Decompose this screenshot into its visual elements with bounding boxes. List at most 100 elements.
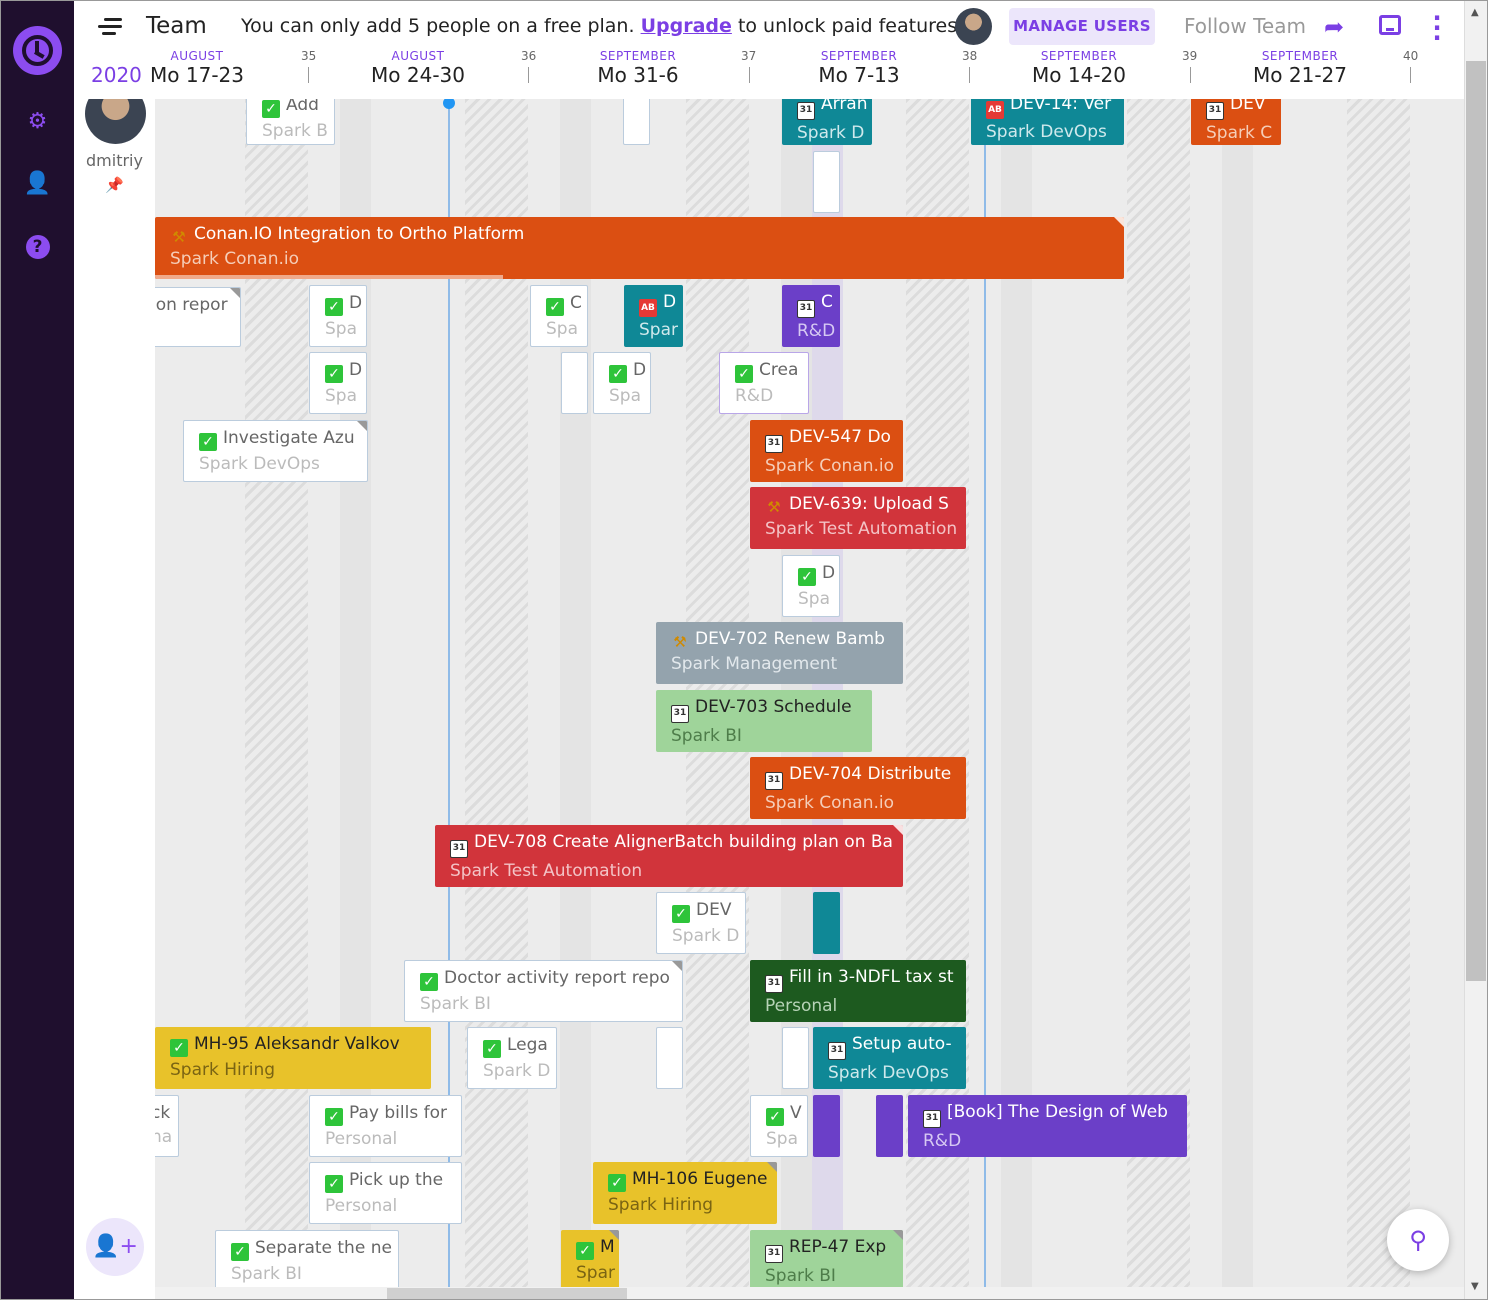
task-project: Spa	[798, 589, 830, 609]
task-title: Setup auto-	[852, 1034, 952, 1054]
timeline-grid[interactable]: ✓ Add Spark B 31 Arran Spark D AB DEV-14: V…	[155, 99, 1464, 1287]
task-card[interactable]: ✓ Investigate Azu Spark DevOps	[183, 420, 368, 482]
task-card[interactable]: ✓ MH-106 Eugene Spark Hiring	[593, 1162, 777, 1224]
task-card[interactable]: ✓ Lega Spark D	[467, 1027, 557, 1089]
week-header: AUGUST Mo 17-23	[122, 49, 272, 87]
task-title: Arran	[821, 99, 868, 114]
task-card[interactable]: 31 Arran Spark D	[782, 99, 872, 145]
task-card[interactable]: ✓ DEV Spark D	[656, 892, 746, 954]
task-card[interactable]	[813, 892, 840, 954]
task-card[interactable]: ✓ D Spa	[782, 555, 840, 617]
task-card[interactable]: ✓ Separate the ne Spark BI	[215, 1230, 399, 1287]
task-card[interactable]: ⚒ DEV-702 Renew Bamb Spark Management	[656, 622, 903, 684]
task-card[interactable]: ⚒ DEV-639: Upload S Spark Test Automation	[750, 487, 966, 549]
task-card[interactable]: 31 REP-47 Exp Spark BI	[750, 1230, 903, 1287]
users-icon[interactable]: 👤	[1, 171, 74, 196]
task-card[interactable]: ✓ Pay bills for Personal	[309, 1095, 462, 1157]
task-card[interactable]: 31 [Book] The Design of Web R&D	[908, 1095, 1187, 1157]
task-card[interactable]: ✓ D Spa	[309, 352, 367, 414]
check-icon: ✓	[798, 568, 816, 586]
tools-icon: ⚒	[172, 228, 186, 246]
task-card[interactable]: 31 DEV-703 Schedule Spark BI	[656, 690, 872, 752]
task-card[interactable]: 31 DEV-708 Create AlignerBatch building p…	[435, 825, 903, 887]
week-header: SEPTEMBER Mo 31-6	[563, 49, 713, 87]
task-card[interactable]	[623, 99, 650, 145]
task-card[interactable]: 31 Fill in 3-NDFL tax st Personal	[750, 960, 966, 1022]
settings-icon[interactable]: ⚙	[1, 109, 74, 134]
upgrade-link[interactable]: Upgrade	[641, 15, 732, 37]
task-card[interactable]: AB DEV-14: Ver Spark DevOps	[971, 99, 1124, 145]
task-card[interactable]: ✓ D Spa	[593, 352, 651, 414]
follow-team-button[interactable]: Follow Team	[1184, 14, 1306, 38]
task-card[interactable]	[876, 1095, 903, 1157]
task-project: Spark Hiring	[170, 1060, 276, 1080]
task-card[interactable]: ✓ D Spa	[309, 285, 367, 347]
task-card[interactable]: ck na	[155, 1095, 179, 1157]
week-header: SEPTEMBER Mo 21-27	[1225, 49, 1375, 87]
task-card[interactable]: AB D Spar	[624, 285, 683, 347]
task-project: Spark BI	[420, 994, 491, 1014]
task-project: Spark DevOps	[199, 454, 320, 474]
horizontal-scroll-thumb[interactable]	[387, 1288, 627, 1299]
task-title: MH-95 Aleksandr Valkov	[194, 1034, 400, 1054]
task-card[interactable]	[656, 1027, 683, 1089]
task-project: Spark D	[483, 1061, 551, 1081]
more-icon[interactable]: · · ·	[1432, 6, 1442, 50]
task-project: Spark Management	[671, 654, 838, 674]
task-card[interactable]: ✓ M Spar	[561, 1230, 619, 1287]
task-title: D	[663, 292, 677, 312]
task-card[interactable]: ✓ Add Spark B	[246, 99, 335, 145]
calendar-icon: 31	[450, 840, 468, 858]
calendar-icon: 31	[765, 772, 783, 790]
pin-icon[interactable]: 📌	[74, 176, 155, 194]
task-card[interactable]: 31 Setup auto- Spark DevOps	[813, 1027, 966, 1089]
manage-users-button[interactable]: MANAGE USERS	[1009, 8, 1155, 45]
week-divider	[1190, 67, 1191, 83]
task-project: Spark Test Automation	[765, 519, 958, 539]
share-icon[interactable]: ➦	[1324, 13, 1344, 41]
task-title: C	[821, 292, 833, 312]
menu-icon[interactable]	[98, 18, 122, 36]
task-card[interactable]: ✓ Doctor activity report repo Spark BI	[404, 960, 683, 1022]
check-icon: ✓	[546, 298, 564, 316]
inbox-icon[interactable]	[1379, 15, 1401, 35]
task-card[interactable]: ✓ Pick up the Personal	[309, 1162, 462, 1224]
task-card[interactable]: ✓ MH-95 Aleksandr Valkov Spark Hiring	[155, 1027, 431, 1089]
task-card[interactable]: 31 DEV-547 Do Spark Conan.io	[750, 420, 903, 482]
task-card[interactable]: 31 DEV Spark C	[1191, 99, 1281, 145]
help-icon[interactable]: ?	[1, 233, 74, 259]
task-card[interactable]	[782, 1027, 809, 1089]
task-project: Spark C	[1206, 123, 1273, 143]
task-title: DEV	[696, 900, 732, 920]
task-project: Spark Conan.io	[765, 456, 895, 476]
task-project: Spa	[546, 319, 578, 339]
task-title: D	[349, 293, 363, 313]
task-title: Fill in 3-NDFL tax st	[789, 967, 954, 987]
task-card[interactable]: 31 DEV-704 Distribute Spark Conan.io	[750, 757, 966, 819]
task-card[interactable]: 31 C R&D	[782, 285, 840, 347]
scroll-up-icon[interactable]: ▲	[1471, 7, 1479, 18]
task-title: ion repor	[155, 295, 228, 315]
task-card[interactable]: ion repor	[155, 287, 241, 347]
horizontal-scrollbar[interactable]	[155, 1287, 1464, 1299]
header-avatar[interactable]	[955, 8, 992, 45]
zoom-icon[interactable]: ⚲	[1387, 1209, 1449, 1271]
task-card[interactable]	[813, 1095, 840, 1157]
epic-bar[interactable]: ⚒ Conan.IO Integration to Ortho Platform …	[155, 217, 1124, 279]
today-marker	[443, 99, 455, 109]
task-card[interactable]	[813, 151, 840, 213]
tools-icon: ⚒	[673, 633, 687, 651]
task-card[interactable]	[561, 352, 588, 414]
task-card[interactable]: ✓ Crea R&D	[719, 352, 809, 414]
scroll-down-icon[interactable]: ▼	[1471, 1281, 1479, 1292]
task-project: Spa	[325, 386, 357, 406]
check-icon: ✓	[483, 1040, 501, 1058]
task-card[interactable]: ✓ V Spa	[750, 1095, 808, 1157]
task-card[interactable]: ✓ C Spa	[530, 285, 588, 347]
day-column	[1222, 99, 1253, 1287]
task-project: Spar	[639, 320, 678, 340]
task-title: D	[822, 563, 836, 583]
add-user-icon[interactable]: 👤+	[86, 1218, 144, 1276]
vertical-scroll-thumb[interactable]	[1466, 61, 1486, 981]
logo-icon[interactable]	[13, 26, 62, 75]
